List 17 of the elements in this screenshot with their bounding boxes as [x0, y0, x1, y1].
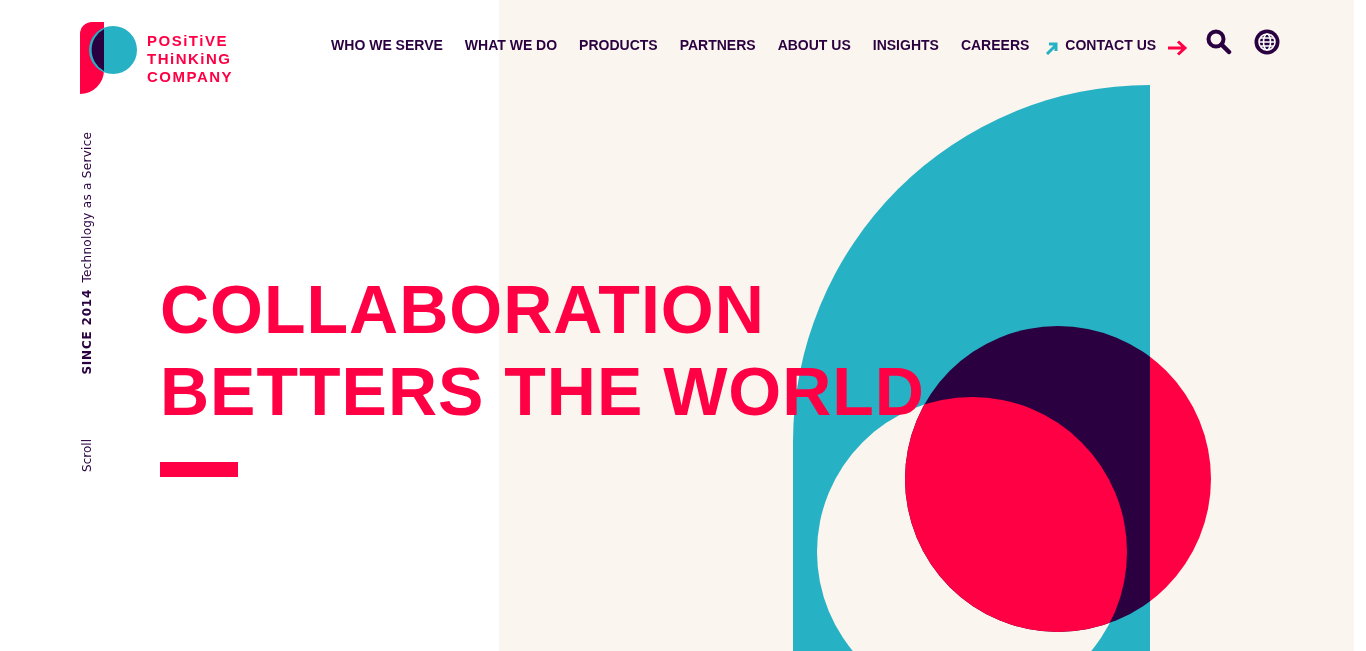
scroll-label[interactable]: Scroll	[80, 439, 94, 472]
nav-link[interactable]: WHO WE SERVE	[331, 37, 443, 53]
nav-link[interactable]: INSIGHTS	[872, 37, 939, 53]
arrow-right-icon[interactable]	[1168, 40, 1189, 56]
search-icon[interactable]	[1206, 29, 1233, 55]
nav-link[interactable]: ABOUT US	[777, 37, 851, 53]
nav-link[interactable]: CONTACT US	[1065, 37, 1157, 53]
since-text: SINCE 2014	[80, 288, 94, 375]
logo-wordmark[interactable]: POSiTiVE THiNKiNG COMPANY	[147, 32, 234, 86]
nav-link[interactable]: WHAT WE DO	[464, 37, 558, 53]
tagline-text: Technology as a Service	[80, 132, 94, 283]
arrow-up-right-icon	[1045, 41, 1060, 55]
nav-link[interactable]: CAREERS	[960, 37, 1030, 53]
globe-icon[interactable]	[1254, 29, 1281, 55]
logo-icon[interactable]	[80, 22, 137, 94]
nav-link[interactable]: PRODUCTS	[579, 37, 658, 53]
nav-link[interactable]: PARTNERS	[679, 37, 756, 53]
